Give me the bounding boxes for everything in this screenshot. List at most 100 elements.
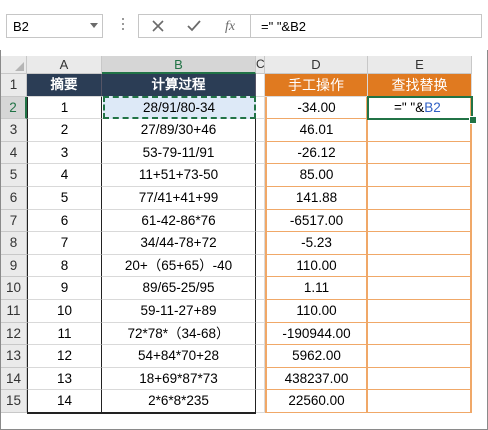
cell-c[interactable]: [256, 119, 265, 142]
cell-manual[interactable]: 110.00: [265, 254, 368, 278]
cell-manual[interactable]: 141.88: [265, 187, 368, 210]
cell-c[interactable]: [256, 300, 265, 323]
cell-c[interactable]: [256, 254, 265, 278]
cell-summary[interactable]: 13: [27, 367, 102, 391]
cell-manual[interactable]: 1.11: [265, 277, 368, 300]
cell-calculation[interactable]: 61-42-86*76: [102, 209, 256, 233]
cell-c1[interactable]: [256, 74, 265, 97]
header-cell-manual[interactable]: 手工操作: [265, 74, 368, 97]
cell-manual[interactable]: 46.01: [265, 119, 368, 142]
cell-find-replace[interactable]: [368, 277, 472, 300]
header-cell-summary[interactable]: 摘要: [27, 74, 102, 97]
row-header[interactable]: 14: [1, 367, 27, 391]
row-header[interactable]: 2: [1, 96, 27, 120]
row-header[interactable]: 8: [1, 232, 27, 255]
cell-calculation[interactable]: 59-11-27+89: [102, 300, 256, 323]
cell-find-replace[interactable]: [368, 322, 472, 346]
cell-c[interactable]: [256, 322, 265, 346]
active-cell-e2[interactable]: [367, 95, 473, 121]
cell-summary[interactable]: 14: [27, 390, 102, 413]
cell-calculation[interactable]: 20+（65+65）-40: [102, 254, 256, 278]
row-header[interactable]: 3: [1, 119, 27, 142]
cell-manual[interactable]: 5962.00: [265, 345, 368, 368]
cell-calculation[interactable]: 77/41+41+99: [102, 187, 256, 210]
cell-summary[interactable]: 2: [27, 119, 102, 142]
row-header[interactable]: 10: [1, 277, 27, 300]
cell-manual[interactable]: -6517.00: [265, 209, 368, 233]
cell-find-replace[interactable]: [368, 187, 472, 210]
cell-calculation[interactable]: 53-79-11/91: [102, 141, 256, 165]
cell-summary[interactable]: 3: [27, 141, 102, 165]
cell-find-replace[interactable]: [368, 209, 472, 233]
column-header-c[interactable]: C: [256, 56, 265, 74]
cell-find-replace[interactable]: [368, 164, 472, 187]
cell-manual[interactable]: 438237.00: [265, 367, 368, 391]
formula-bar-grip[interactable]: [122, 18, 124, 34]
cell-summary[interactable]: 11: [27, 322, 102, 346]
column-header-b[interactable]: B: [102, 56, 256, 74]
cell-find-replace[interactable]: [368, 367, 472, 391]
row-header[interactable]: 12: [1, 322, 27, 346]
cell-calculation[interactable]: 72*78*（34-68）: [102, 322, 256, 346]
cell-find-replace[interactable]: [368, 119, 472, 142]
column-header-e[interactable]: E: [368, 56, 472, 74]
cell-summary[interactable]: 6: [27, 209, 102, 233]
column-header-a[interactable]: A: [27, 56, 102, 74]
row-header[interactable]: 5: [1, 164, 27, 187]
row-header[interactable]: 7: [1, 209, 27, 233]
cell-c[interactable]: [256, 232, 265, 255]
row-header[interactable]: 6: [1, 187, 27, 210]
row-header[interactable]: 4: [1, 141, 27, 165]
insert-function-icon[interactable]: fx: [217, 17, 243, 37]
formula-input[interactable]: =" "&B2: [250, 14, 482, 38]
cell-summary[interactable]: 5: [27, 187, 102, 210]
cell-summary[interactable]: 1: [27, 96, 102, 120]
cell-manual[interactable]: -190944.00: [265, 322, 368, 346]
cell-summary[interactable]: 8: [27, 254, 102, 278]
cancel-x-icon[interactable]: [145, 17, 171, 37]
cell-manual[interactable]: 22560.00: [265, 390, 368, 413]
cell-find-replace[interactable]: [368, 141, 472, 165]
cell-find-replace[interactable]: [368, 390, 472, 413]
cell-calculation[interactable]: 34/44-78+72: [102, 232, 256, 255]
cell-calculation[interactable]: 11+51+73-50: [102, 164, 256, 187]
cell-c[interactable]: [256, 277, 265, 300]
row-header[interactable]: 9: [1, 254, 27, 278]
cell-summary[interactable]: 10: [27, 300, 102, 323]
header-cell-find-replace[interactable]: 查找替换: [368, 74, 472, 97]
cell-find-replace[interactable]: [368, 232, 472, 255]
cell-manual[interactable]: 110.00: [265, 300, 368, 323]
cell-summary[interactable]: 9: [27, 277, 102, 300]
cell-c[interactable]: [256, 367, 265, 391]
header-cell-calculation[interactable]: 计算过程: [102, 74, 256, 97]
cell-calculation[interactable]: 27/89/30+46: [102, 119, 256, 142]
column-header-d[interactable]: D: [265, 56, 368, 74]
cell-manual[interactable]: -5.23: [265, 232, 368, 255]
cell-c[interactable]: [256, 209, 265, 233]
row-header[interactable]: 15: [1, 390, 27, 413]
cell-c[interactable]: [256, 345, 265, 368]
cell-summary[interactable]: 12: [27, 345, 102, 368]
cell-calculation[interactable]: 18+69*87*73: [102, 367, 256, 391]
row-header[interactable]: 11: [1, 300, 27, 323]
cell-find-replace[interactable]: [368, 300, 472, 323]
row-header[interactable]: 13: [1, 345, 27, 368]
enter-check-icon[interactable]: [181, 17, 207, 37]
cell-c[interactable]: [256, 96, 265, 120]
name-box[interactable]: B2: [6, 14, 103, 38]
cell-calculation[interactable]: 2*6*8*235: [102, 390, 256, 413]
cell-c[interactable]: [256, 187, 265, 210]
select-all-corner[interactable]: [1, 56, 27, 74]
cell-calculation[interactable]: 54+84*70+28: [102, 345, 256, 368]
cell-manual[interactable]: -26.12: [265, 141, 368, 165]
cell-c[interactable]: [256, 164, 265, 187]
cell-c[interactable]: [256, 141, 265, 165]
cell-manual[interactable]: -34.00: [265, 96, 368, 120]
cell-summary[interactable]: 4: [27, 164, 102, 187]
cell-manual[interactable]: 85.00: [265, 164, 368, 187]
cell-summary[interactable]: 7: [27, 232, 102, 255]
cell-c[interactable]: [256, 390, 265, 413]
row-header[interactable]: 1: [1, 74, 27, 97]
fill-handle[interactable]: [469, 116, 477, 125]
chevron-down-icon[interactable]: [90, 23, 98, 28]
